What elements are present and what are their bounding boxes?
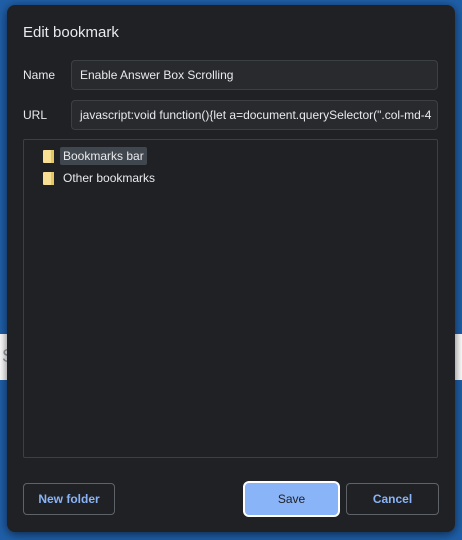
folder-icon xyxy=(43,149,54,163)
folder-icon xyxy=(43,171,54,185)
save-button[interactable]: Save xyxy=(245,483,338,515)
folder-tree[interactable]: Bookmarks bar Other bookmarks xyxy=(23,139,438,458)
folder-tree-item-other-bookmarks[interactable]: Other bookmarks xyxy=(43,168,158,188)
edit-bookmark-dialog: Edit bookmark Name Enable Answer Box Scr… xyxy=(7,5,455,532)
url-label: URL xyxy=(23,108,48,122)
url-input[interactable]: javascript:void function(){let a=documen… xyxy=(71,100,438,130)
cancel-button[interactable]: Cancel xyxy=(346,483,439,515)
folder-tree-item-bookmarks-bar[interactable]: Bookmarks bar xyxy=(43,146,147,166)
folder-label: Other bookmarks xyxy=(63,171,156,185)
folder-label: Bookmarks bar xyxy=(60,147,147,165)
name-label: Name xyxy=(23,68,56,82)
new-folder-button[interactable]: New folder xyxy=(23,483,115,515)
dialog-title: Edit bookmark xyxy=(23,24,119,41)
name-input[interactable]: Enable Answer Box Scrolling xyxy=(71,60,438,90)
